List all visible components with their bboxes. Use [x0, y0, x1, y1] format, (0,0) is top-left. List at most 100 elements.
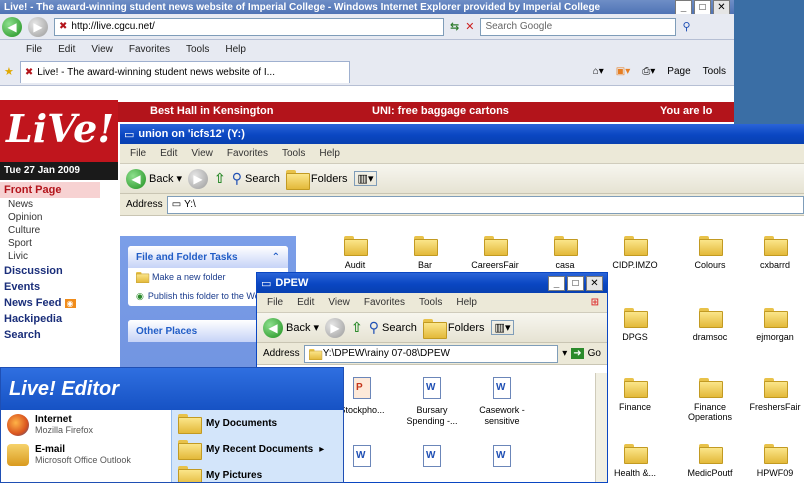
dpew-menu-tools[interactable]: Tools [419, 297, 442, 308]
folder-item[interactable]: CIDP.IMZO [600, 236, 670, 270]
start-item-internet[interactable]: Internet Mozilla Firefox [1, 410, 171, 440]
dpew-folders-button[interactable]: Folders [422, 318, 485, 339]
banner-login[interactable]: You are lo [660, 105, 712, 117]
site-logo[interactable]: LiVe! [0, 100, 118, 164]
views-icon[interactable]: ▥▾ [353, 171, 378, 186]
back-icon[interactable]: ◀ [2, 16, 22, 37]
feeds-icon[interactable]: ▣▾ [616, 66, 630, 77]
browser-tab[interactable]: ✖ Live! - The award-winning student news… [19, 60, 350, 83]
nav-news-feed[interactable]: News Feed ◉ [0, 295, 100, 311]
dpew-menu-help[interactable]: Help [456, 297, 477, 308]
menu-favorites[interactable]: Favorites [129, 44, 170, 55]
folder-item[interactable]: Health &... [600, 444, 670, 478]
favorites-star-icon[interactable]: ★ [4, 65, 14, 78]
explorer-back-button[interactable]: ◀ Back ▾ [126, 168, 182, 189]
banner-hall[interactable]: Best Hall in Kensington [150, 105, 273, 117]
explorer-menu-favorites[interactable]: Favorites [227, 148, 268, 159]
page-menu[interactable]: Page [667, 66, 690, 77]
go-arrow-icon[interactable]: ➜ [571, 348, 584, 359]
explorer-menu-edit[interactable]: Edit [160, 148, 177, 159]
folder-item[interactable]: casa [530, 236, 600, 270]
nav-front-page[interactable]: Front Page [0, 182, 100, 198]
minimize-button[interactable]: _ [675, 0, 692, 14]
file-item[interactable] [399, 445, 465, 473]
explorer-menu-view[interactable]: View [191, 148, 213, 159]
nav-culture[interactable]: Culture [0, 224, 100, 237]
dpew-close-button[interactable]: ✕ [586, 275, 603, 291]
explorer-titlebar[interactable]: ▭ union on 'icfs12' (Y:) [120, 124, 804, 144]
folder-item[interactable]: FreshersFair [740, 378, 804, 412]
folder-item[interactable]: Finance Operations [675, 378, 745, 422]
close-button[interactable]: ✕ [713, 0, 730, 14]
up-folder-icon[interactable]: ⇧ [351, 319, 363, 336]
dpew-search-button[interactable]: ⚲ Search [369, 319, 417, 336]
explorer-menu-tools[interactable]: Tools [282, 148, 305, 159]
maximize-button[interactable]: □ [694, 0, 711, 14]
file-item[interactable] [469, 445, 535, 473]
menu-file[interactable]: File [26, 44, 42, 55]
explorer-menu-file[interactable]: File [130, 148, 146, 159]
browser-titlebar[interactable]: Live! - The award-winning student news w… [0, 0, 734, 14]
dpew-maximize-button[interactable]: □ [567, 275, 584, 291]
go-button[interactable]: Go [588, 348, 607, 359]
forward-arrow-icon[interactable]: ▶ [325, 317, 345, 338]
folder-item[interactable]: HPWF09 [740, 444, 804, 478]
dpew-address-input[interactable]: Y:\DPEW\rainy 07-08\DPEW [303, 344, 559, 363]
search-input[interactable]: Search Google [480, 17, 677, 36]
dpew-back-button[interactable]: ◀ Back ▾ [263, 317, 319, 338]
start-my-pictures[interactable]: My Pictures [172, 462, 343, 482]
folder-item[interactable]: DPGS [600, 308, 670, 342]
print-icon[interactable]: ⎙▾ [642, 66, 655, 77]
file-item[interactable]: Casework - sensitive [469, 377, 535, 427]
explorer-address-input[interactable]: ▭ Y:\ [166, 195, 804, 214]
file-folder-tasks-header[interactable]: File and Folder Tasks ⌃ [128, 246, 288, 268]
stop-icon[interactable]: ✕ [465, 20, 474, 33]
dpew-scrollbar[interactable] [595, 373, 607, 482]
home-icon[interactable]: ⌂▾ [593, 66, 604, 77]
nav-news[interactable]: News [0, 198, 100, 211]
menu-edit[interactable]: Edit [58, 44, 75, 55]
up-folder-icon[interactable]: ⇧ [214, 170, 226, 187]
explorer-folders-button[interactable]: Folders [285, 169, 348, 190]
nav-hackipedia[interactable]: Hackipedia [0, 311, 100, 327]
explorer-search-button[interactable]: ⚲ Search [232, 170, 280, 187]
refresh-icon[interactable]: ⇆ [450, 20, 459, 33]
dpew-titlebar[interactable]: ▭ DPEW _ □ ✕ [257, 273, 607, 293]
dpew-menu-edit[interactable]: Edit [297, 297, 314, 308]
file-item[interactable]: Bursary Spending -... [399, 377, 465, 427]
url-bar[interactable]: ✖ http://live.cgcu.net/ [54, 17, 444, 36]
folder-item[interactable]: Bar [390, 236, 460, 270]
dpew-menu-view[interactable]: View [328, 297, 350, 308]
folder-item[interactable]: CareersFair [460, 236, 530, 270]
forward-icon[interactable]: ▶ [28, 16, 48, 37]
dpew-menu-favorites[interactable]: Favorites [364, 297, 405, 308]
nav-discussion[interactable]: Discussion [0, 263, 100, 279]
explorer-menu-help[interactable]: Help [319, 148, 340, 159]
nav-livic[interactable]: Livic [0, 250, 100, 263]
nav-events[interactable]: Events [0, 279, 100, 295]
folder-item[interactable]: MedicPoutf [675, 444, 745, 478]
folder-item[interactable]: dramsoc [675, 308, 745, 342]
forward-arrow-icon[interactable]: ▶ [188, 168, 208, 189]
search-icon[interactable]: ⚲ [682, 20, 690, 33]
tools-menu[interactable]: Tools [703, 66, 726, 77]
folder-item[interactable]: cxbarrd [740, 236, 804, 270]
menu-help[interactable]: Help [225, 44, 246, 55]
menu-tools[interactable]: Tools [186, 44, 209, 55]
views-icon[interactable]: ▥▾ [490, 320, 515, 335]
nav-sport[interactable]: Sport [0, 237, 100, 250]
menu-view[interactable]: View [91, 44, 113, 55]
start-item-email[interactable]: E-mail Microsoft Office Outlook [1, 440, 171, 470]
dpew-minimize-button[interactable]: _ [548, 275, 565, 291]
start-my-recent-documents[interactable]: My Recent Documents ▸ [172, 436, 343, 462]
nav-opinion[interactable]: Opinion [0, 211, 100, 224]
dpew-menu-file[interactable]: File [267, 297, 283, 308]
folder-item[interactable]: Finance [600, 378, 670, 412]
banner-cartons[interactable]: UNI: free baggage cartons [372, 105, 509, 117]
folder-item[interactable]: Audit [320, 236, 390, 270]
folder-item[interactable]: ejmorgan [740, 308, 804, 342]
folder-item[interactable]: Colours [675, 236, 745, 270]
address-dropdown-icon[interactable]: ▾ [562, 348, 567, 359]
nav-search[interactable]: Search [0, 327, 100, 343]
start-my-documents[interactable]: My Documents [172, 410, 343, 436]
